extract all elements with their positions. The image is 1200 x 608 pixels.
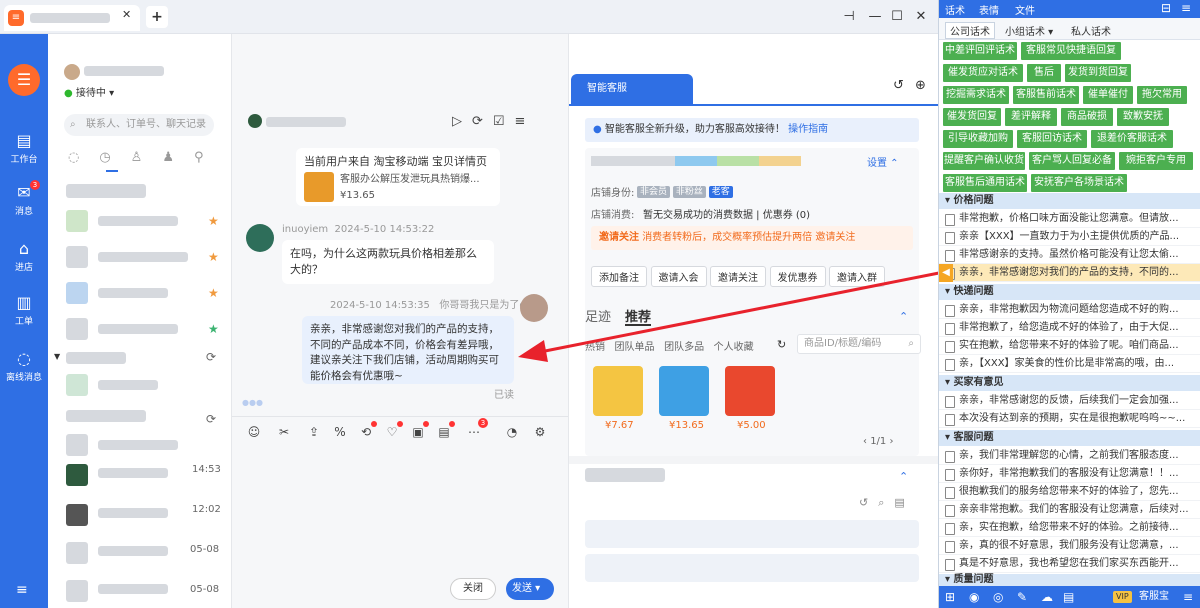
- script-item[interactable]: 真是不好意思，我也希望您在我们家买东西能开...: [939, 555, 1200, 573]
- script-item[interactable]: 非常抱歉了，给您造成不好的体验了，由于大促...: [939, 319, 1200, 337]
- scripts-sub-tabs: 公司话术 小组话术 ▾ 私人话术: [939, 18, 1200, 40]
- script-group-button[interactable]: 差评解释: [1005, 108, 1057, 126]
- eye-icon[interactable]: ◎: [993, 586, 1003, 608]
- script-group-button[interactable]: 客服常见快捷语回复: [1021, 42, 1121, 60]
- menu-icon[interactable]: ≡: [1183, 586, 1193, 608]
- vip-badge: VIP: [1113, 591, 1132, 603]
- annotation-arrow-head: [518, 340, 548, 362]
- script-group-button[interactable]: 中差评回评话术: [943, 42, 1017, 60]
- category-title: 买家有意见: [953, 377, 1004, 388]
- script-item[interactable]: 亲亲【XXX】一直致力于为小主提供优质的产品...: [939, 228, 1200, 246]
- script-group-button[interactable]: 提醒客户确认收货: [943, 152, 1025, 170]
- pin-icon[interactable]: ⊟: [1161, 1, 1171, 15]
- hide-icon[interactable]: ◉: [969, 586, 979, 608]
- script-group-button[interactable]: 退差价客服话术: [1091, 130, 1173, 148]
- scripts-footer: ⊞ ◉ ◎ ✎ ☁ ▤ VIP 客服宝 ≡: [939, 586, 1200, 608]
- script-group-button[interactable]: 客户骂人回复必备: [1029, 152, 1115, 170]
- script-group-button[interactable]: 引导收藏加购: [943, 130, 1013, 148]
- menu-icon[interactable]: ≡: [1181, 1, 1191, 15]
- script-group-button[interactable]: 商品破损: [1061, 108, 1113, 126]
- send-arrow-icon[interactable]: ◀: [939, 264, 953, 282]
- script-item[interactable]: 很抱歉我们的服务给您带来不好的体验了，您先...: [939, 483, 1200, 501]
- tab-label: 小组话术: [1005, 27, 1045, 38]
- category-title: 快递问题: [953, 286, 994, 297]
- category-title: 客服问题: [953, 432, 994, 443]
- category-header[interactable]: ▾ 客服问题: [939, 430, 1200, 446]
- script-group-button[interactable]: 催发货回复: [943, 108, 1001, 126]
- script-group-button[interactable]: 发货到货回复: [1065, 64, 1131, 82]
- script-group-button[interactable]: 婉拒客户专用: [1119, 152, 1193, 170]
- script-item[interactable]: 本次没有达到亲的预期，实在是很抱歉呢呜呜~~...: [939, 410, 1200, 428]
- script-group-button[interactable]: 拖欠常用: [1137, 86, 1187, 104]
- script-group-button[interactable]: 致歉安抚: [1117, 108, 1169, 126]
- script-group-button[interactable]: 催单催付: [1083, 86, 1133, 104]
- script-item[interactable]: 实在抱歉，给您带来不好的体验了呢。咱们商品...: [939, 337, 1200, 355]
- category-header[interactable]: ▾ 快递问题: [939, 284, 1200, 300]
- script-item[interactable]: 亲，【XXX】家美食的性价比是非常高的哦，由...: [939, 355, 1200, 373]
- script-item[interactable]: 亲亲，非常感谢您对我们的产品的支持，不同的...: [939, 264, 1200, 282]
- category-title: 质量问题: [953, 574, 994, 585]
- script-item[interactable]: 亲，实在抱歉，给您带来不好的体验。之前接待...: [939, 519, 1200, 537]
- script-item[interactable]: 非常抱歉，价格口味方面没能让您满意。但请放...: [939, 210, 1200, 228]
- scripts-panel: 话术 表情 文件 ⊟ ≡ 公司话术 小组话术 ▾ 私人话术 中差评回评话术 客服…: [938, 0, 1200, 608]
- script-item[interactable]: 亲，我们非常理解您的心情，之前我们客服态度...: [939, 447, 1200, 465]
- script-item[interactable]: 亲亲非常抱歉。我们的客服没有让您满意，后续对...: [939, 501, 1200, 519]
- category-title: 价格问题: [953, 195, 994, 206]
- wechat-icon[interactable]: ☁: [1041, 586, 1053, 608]
- script-item[interactable]: 亲，真的很不好意思，我们服务没有让您满意，...: [939, 537, 1200, 555]
- script-item[interactable]: 亲你好，非常抱歉我们的客服没有让您满意！！...: [939, 465, 1200, 483]
- script-group-button[interactable]: 客服售前话术: [1013, 86, 1079, 104]
- tab-emoji[interactable]: 表情: [979, 2, 999, 17]
- category-header[interactable]: ▾ 质量问题: [939, 574, 1200, 586]
- script-group-button[interactable]: 催发货应对话术: [943, 64, 1023, 82]
- script-group-button[interactable]: 客服回访话术: [1017, 130, 1087, 148]
- script-item[interactable]: 非常感谢亲的支持。虽然价格可能没有让您太偷...: [939, 246, 1200, 264]
- script-group-button[interactable]: 安抚客户各场景话术: [1031, 174, 1127, 192]
- tab-scripts[interactable]: 话术: [945, 2, 965, 17]
- app-name: 客服宝: [1139, 591, 1169, 602]
- category-header[interactable]: ▾ 买家有意见: [939, 375, 1200, 391]
- script-item[interactable]: 亲亲，非常抱歉因为物流问题给您造成不好的购...: [939, 301, 1200, 319]
- grid-icon[interactable]: ⊞: [945, 586, 955, 608]
- script-item[interactable]: 亲亲，非常感谢您的反馈，后续我们一定会加强...: [939, 392, 1200, 410]
- script-group-button[interactable]: 挖掘需求话术: [943, 86, 1009, 104]
- scripts-top-tabs: 话术 表情 文件 ⊟ ≡: [939, 0, 1200, 18]
- category-header[interactable]: ▾ 价格问题: [939, 193, 1200, 209]
- tab-group-scripts[interactable]: 小组话术 ▾: [1005, 23, 1053, 38]
- tab-private-scripts[interactable]: 私人话术: [1071, 23, 1111, 38]
- layer-icon[interactable]: ▤: [1063, 586, 1074, 608]
- tab-files[interactable]: 文件: [1015, 2, 1035, 17]
- tab-company-scripts[interactable]: 公司话术: [945, 22, 995, 39]
- script-group-button[interactable]: 售后: [1027, 64, 1061, 82]
- script-group-button[interactable]: 客服售后通用话术: [943, 174, 1027, 192]
- edit-icon[interactable]: ✎: [1017, 586, 1027, 608]
- annotation-arrow-line: [539, 270, 945, 354]
